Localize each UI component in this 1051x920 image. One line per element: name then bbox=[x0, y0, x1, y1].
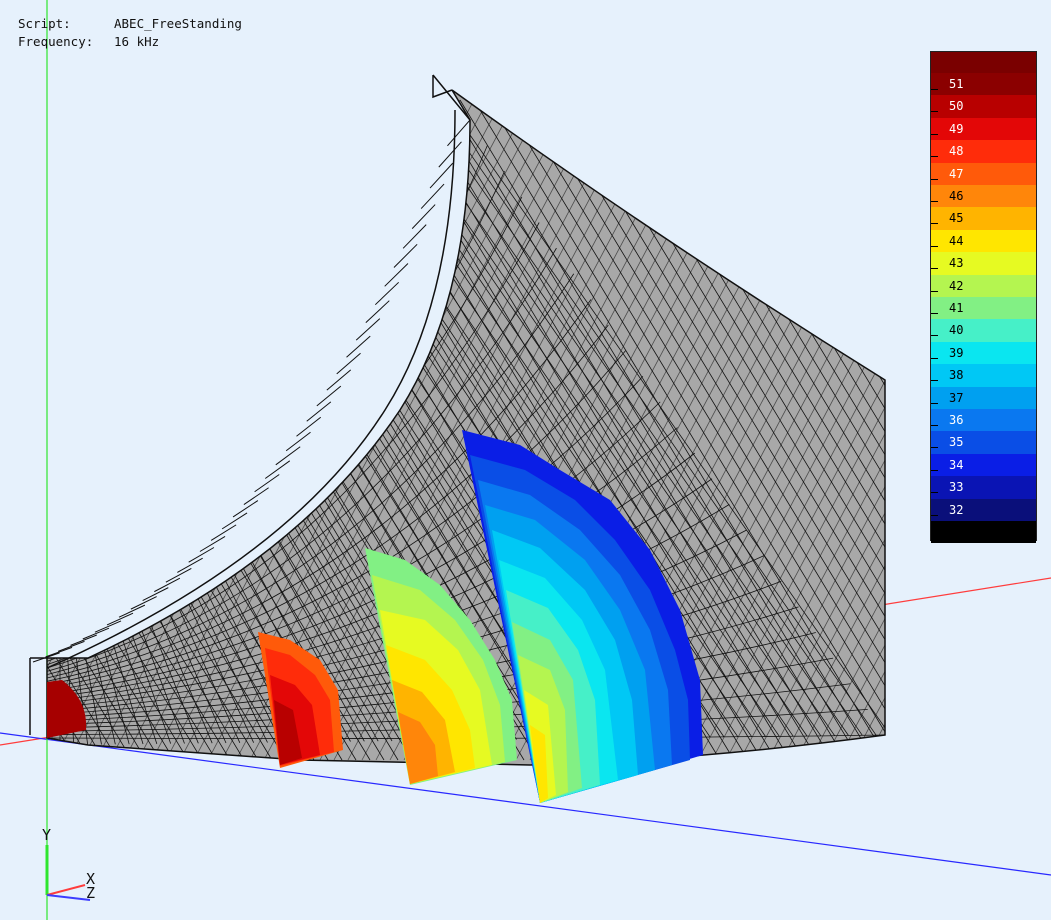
legend-value-label: 49 bbox=[949, 121, 964, 136]
legend-tick bbox=[931, 402, 938, 404]
legend-tick bbox=[931, 380, 938, 382]
legend-value-label: 48 bbox=[949, 144, 964, 159]
axis-triad bbox=[45, 845, 91, 901]
frequency-value: 16 kHz bbox=[114, 34, 160, 49]
legend-band: 40 bbox=[931, 319, 1036, 343]
legend-band: 34 bbox=[931, 453, 1036, 477]
legend-band: 45 bbox=[931, 207, 1036, 231]
legend-value-label: 35 bbox=[949, 435, 964, 450]
legend-tick bbox=[931, 111, 938, 113]
script-value: ABEC_FreeStanding bbox=[114, 16, 242, 31]
legend-value-label: 39 bbox=[949, 345, 964, 360]
legend-tick bbox=[931, 357, 938, 359]
legend-tick bbox=[931, 425, 938, 426]
legend-band: 36 bbox=[931, 409, 1036, 432]
legend-tick bbox=[931, 268, 938, 270]
frequency-label: Frequency: bbox=[18, 34, 94, 49]
legend-band: 44 bbox=[931, 229, 1036, 253]
script-label: Script: bbox=[18, 16, 71, 31]
legend-tick bbox=[931, 245, 938, 247]
legend-value-label: 37 bbox=[949, 390, 964, 405]
legend-tick bbox=[931, 156, 938, 158]
legend-value-label: 40 bbox=[949, 323, 964, 338]
legend-band: 33 bbox=[931, 476, 1036, 500]
legend-tick bbox=[931, 178, 938, 180]
legend-value-label: 47 bbox=[949, 166, 964, 181]
legend-value-label: 33 bbox=[949, 480, 964, 495]
legend-tick bbox=[931, 313, 938, 314]
legend-value-label: 36 bbox=[949, 413, 964, 427]
legend-band: 37 bbox=[931, 386, 1036, 410]
legend-band: 49 bbox=[931, 117, 1036, 141]
legend-band: 48 bbox=[931, 140, 1036, 164]
legend-tick bbox=[931, 447, 938, 449]
legend-tick bbox=[931, 89, 938, 90]
legend-tick bbox=[931, 201, 938, 202]
legend-value-label: 43 bbox=[949, 256, 964, 271]
legend-tick bbox=[931, 514, 938, 516]
color-legend: 51 50 49 48 47 46 45 44 43 42 41 40 39 38 37 36 35 34 33 32 bbox=[930, 51, 1037, 543]
legend-band: 51 bbox=[931, 73, 1036, 96]
legend-band: 46 bbox=[931, 185, 1036, 208]
legend-tick bbox=[931, 223, 938, 225]
z-axis-label: Z bbox=[86, 884, 96, 902]
legend-value-label: 45 bbox=[949, 211, 964, 226]
legend-tick bbox=[931, 335, 938, 337]
legend-top-band bbox=[931, 52, 1036, 73]
legend-value-label: 44 bbox=[949, 233, 964, 248]
legend-band: 35 bbox=[931, 431, 1036, 455]
legend-value-label: 50 bbox=[949, 99, 964, 114]
script-info: Script: ABEC_FreeStanding bbox=[18, 16, 242, 31]
legend-value-label: 42 bbox=[949, 278, 964, 293]
legend-band: 32 bbox=[931, 498, 1036, 522]
legend-band: 47 bbox=[931, 162, 1036, 186]
legend-band: 39 bbox=[931, 341, 1036, 365]
legend-value-label: 46 bbox=[949, 189, 964, 203]
legend-band: 42 bbox=[931, 274, 1036, 298]
legend-tick bbox=[931, 133, 938, 135]
legend-bottom-band bbox=[931, 521, 1036, 543]
legend-value-label: 34 bbox=[949, 457, 964, 472]
legend-band: 38 bbox=[931, 364, 1036, 388]
frequency-info: Frequency: 16 kHz bbox=[18, 34, 159, 49]
legend-tick bbox=[931, 469, 938, 471]
legend-value-label: 51 bbox=[949, 77, 964, 91]
legend-tick bbox=[931, 492, 938, 494]
legend-value-label: 38 bbox=[949, 368, 964, 383]
3d-viewport[interactable] bbox=[0, 0, 1051, 920]
legend-value-label: 32 bbox=[949, 502, 964, 517]
legend-band: 43 bbox=[931, 252, 1036, 276]
y-axis-label: Y bbox=[42, 826, 52, 844]
legend-value-label: 41 bbox=[949, 301, 964, 315]
legend-band: 50 bbox=[931, 95, 1036, 119]
legend-band: 41 bbox=[931, 297, 1036, 320]
legend-tick bbox=[931, 290, 938, 292]
